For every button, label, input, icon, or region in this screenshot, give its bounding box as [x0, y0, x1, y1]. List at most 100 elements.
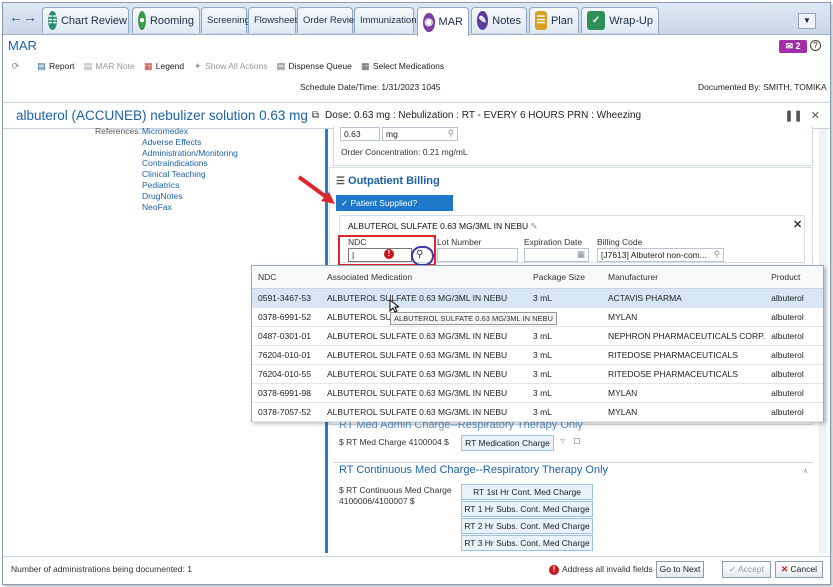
- reference-link[interactable]: Pediatrics: [142, 180, 238, 191]
- mar-toolbar: ⟳ ▤ Report ▤ MAR Note ▦ Legend ✦ Show All Ac…: [3, 57, 830, 75]
- badge-count: 2: [795, 41, 801, 51]
- column-header[interactable]: NDC: [252, 266, 321, 289]
- filter-icon[interactable]: ▿: [560, 436, 565, 447]
- billing-card-title-text: ALBUTEROL SULFATE 0.63 MG/3ML IN NEBU: [348, 221, 529, 231]
- tab-notes[interactable]: ✎ Notes: [471, 7, 527, 33]
- edit-icon[interactable]: ✎: [531, 221, 538, 231]
- package-size-cell: 3 mL: [527, 288, 602, 308]
- tab-chart-review[interactable]: ☷ Chart Review: [42, 7, 129, 33]
- product-cell: albuterol: [765, 288, 823, 308]
- tab-wrap-up[interactable]: ✓ Wrap-Up: [581, 7, 659, 33]
- reference-link[interactable]: NeoFax: [142, 202, 238, 213]
- references-list: References:Micromedex Adverse Effects Ad…: [95, 126, 238, 212]
- mar-note-button[interactable]: ▤ MAR Note: [84, 61, 135, 71]
- expiration-date-input[interactable]: ▦: [524, 248, 589, 262]
- medication-cell: ALBUTEROL SULFATE 0.63 MG/3ML IN NEBU: [321, 326, 527, 346]
- copy-icon[interactable]: ⧉: [312, 110, 319, 121]
- product-cell: albuterol: [765, 402, 823, 422]
- product-cell: albuterol: [765, 364, 823, 384]
- tab-order-review[interactable]: Order Review: [297, 7, 361, 33]
- rooming-icon: ●: [138, 11, 146, 30]
- document-icon[interactable]: □: [574, 436, 580, 447]
- order-concentration: Order Concentration: 0.21 mg/mL: [341, 147, 468, 157]
- notification-badge[interactable]: ✉ 2: [779, 40, 807, 53]
- tab-plan[interactable]: ☰ Plan: [529, 7, 579, 33]
- search-highlight-circle: [411, 246, 434, 266]
- tab-screenings[interactable]: Screenings: [201, 7, 255, 33]
- close-icon[interactable]: ✕: [811, 109, 820, 122]
- column-header[interactable]: Associated Medication: [321, 266, 527, 289]
- table-row[interactable]: 0591-3467-53 ALBUTEROL SULFATE 0.63 MG/3…: [252, 288, 823, 308]
- ndc-table-header: NDC Associated Medication Package Size M…: [252, 266, 823, 289]
- collapse-icon[interactable]: ˄: [829, 420, 830, 430]
- patient-supplied-toggle[interactable]: ✓ Patient Supplied?: [336, 195, 453, 211]
- refresh-button[interactable]: ⟳: [11, 61, 23, 71]
- tab-label: MAR: [438, 16, 463, 28]
- table-row[interactable]: 0378-6991-98 ALBUTEROL SULFATE 0.63 MG/3…: [252, 383, 823, 403]
- rt-medication-charge-button[interactable]: RT Medication Charge: [461, 435, 554, 451]
- unit-value: mg: [386, 129, 398, 139]
- cancel-button[interactable]: ✕ Cancel: [775, 561, 823, 578]
- go-to-next-button[interactable]: Go to Next: [656, 561, 704, 578]
- epic-window: ← → ☷ Chart Review ● Rooming Screenings …: [2, 2, 831, 585]
- lot-number-label: Lot Number: [437, 237, 482, 247]
- column-header[interactable]: Product: [765, 266, 823, 289]
- accept-button[interactable]: ✓ Accept: [722, 561, 771, 578]
- dose-input[interactable]: 0.63: [340, 127, 380, 141]
- tab-mar[interactable]: ◉ MAR: [417, 7, 469, 36]
- column-header[interactable]: Manufacturer: [602, 266, 766, 289]
- billing-code-label: Billing Code: [597, 237, 643, 247]
- forward-arrow-icon[interactable]: →: [23, 9, 37, 25]
- ndc-cell: 76204-010-55: [252, 364, 321, 384]
- reference-link[interactable]: DrugNotes: [142, 191, 238, 202]
- remove-card-icon[interactable]: ✕: [793, 218, 802, 231]
- package-size-cell: 3 mL: [527, 383, 602, 403]
- rt-1st-hr-charge-button[interactable]: RT 1st Hr Cont. Med Charge: [461, 484, 593, 500]
- tab-immunizations[interactable]: Immunizations: [354, 7, 421, 33]
- documented-by: Documented By: SMITH, TOMIKA: [698, 82, 827, 92]
- select-medications-button[interactable]: ▦ Select Medications: [361, 61, 444, 71]
- reference-link[interactable]: Contraindications: [142, 158, 238, 169]
- legend-label: Legend: [155, 61, 185, 71]
- cancel-x-icon: ✕: [781, 564, 789, 574]
- table-row[interactable]: 76204-010-55 ALBUTEROL SULFATE 0.63 MG/3…: [252, 364, 823, 384]
- back-arrow-icon[interactable]: ←: [9, 9, 23, 25]
- rt-1-hr-subs-charge-button[interactable]: RT 1 Hr Subs. Cont. Med Charge: [461, 501, 593, 517]
- table-row[interactable]: 0487-0301-01 ALBUTEROL SULFATE 0.63 MG/3…: [252, 326, 823, 346]
- rt-2-hr-subs-charge-button[interactable]: RT 2 Hr Subs. Cont. Med Charge: [461, 518, 593, 534]
- report-button[interactable]: ▤ Report: [37, 61, 74, 71]
- table-row[interactable]: 0378-7057-52 ALBUTEROL SULFATE 0.63 MG/3…: [252, 402, 823, 422]
- reference-link[interactable]: Administration/Monitoring: [142, 148, 238, 159]
- rt-3-hr-subs-charge-button[interactable]: RT 3 Hr Subs. Cont. Med Charge: [461, 535, 593, 551]
- reference-link[interactable]: Micromedex: [142, 126, 188, 136]
- reference-link[interactable]: Adverse Effects: [142, 137, 238, 148]
- help-icon[interactable]: ?: [810, 40, 821, 51]
- legend-button[interactable]: ▦ Legend: [144, 61, 184, 71]
- column-header[interactable]: Package Size: [527, 266, 602, 289]
- unit-select[interactable]: mg ⚲: [382, 127, 458, 141]
- collapse-icon[interactable]: ˄: [803, 466, 808, 476]
- table-row[interactable]: 76204-010-01 ALBUTEROL SULFATE 0.63 MG/3…: [252, 345, 823, 365]
- show-all-actions-button[interactable]: ✦ Show All Actions: [193, 61, 268, 71]
- tab-label: Chart Review: [60, 14, 127, 27]
- ndc-cell: 0591-3467-53: [252, 288, 321, 308]
- dispense-queue-button[interactable]: ▤ Dispense Queue: [276, 61, 352, 71]
- rt-continuous-title: RT Continuous Med Charge--Respiratory Th…: [339, 464, 609, 476]
- reference-link[interactable]: Clinical Teaching: [142, 169, 238, 180]
- pause-icon[interactable]: ❚❚: [784, 109, 802, 122]
- medication-cell: ALBUTEROL SULFATE 0.63 MG/3ML IN NEBU: [321, 345, 527, 365]
- lot-number-input[interactable]: [437, 248, 518, 262]
- tab-rooming[interactable]: ● Rooming: [132, 7, 200, 33]
- package-size-cell: 3 mL: [527, 364, 602, 384]
- billing-code-input[interactable]: [J7613] Albuterol non-com... ⚲: [597, 248, 724, 262]
- medication-name: albuterol (ACCUNEB) nebulizer solution 0…: [16, 108, 308, 123]
- tab-overflow-dropdown[interactable]: ▼: [798, 13, 816, 29]
- manufacturer-cell: RITEDOSE PHARMACEUTICALS: [602, 364, 766, 384]
- tab-label: Plan: [550, 14, 573, 27]
- manufacturer-cell: MYLAN: [602, 402, 766, 422]
- patient-supplied-label: Patient Supplied?: [350, 198, 418, 208]
- wand-icon: ✦: [193, 61, 202, 71]
- tab-flowsheets[interactable]: Flowsheets: [248, 7, 302, 33]
- dose-prefix: Dose:: [325, 110, 352, 121]
- rt-continuous-charge-label: $ RT Continuous Med Charge 4100006/41000…: [339, 485, 452, 506]
